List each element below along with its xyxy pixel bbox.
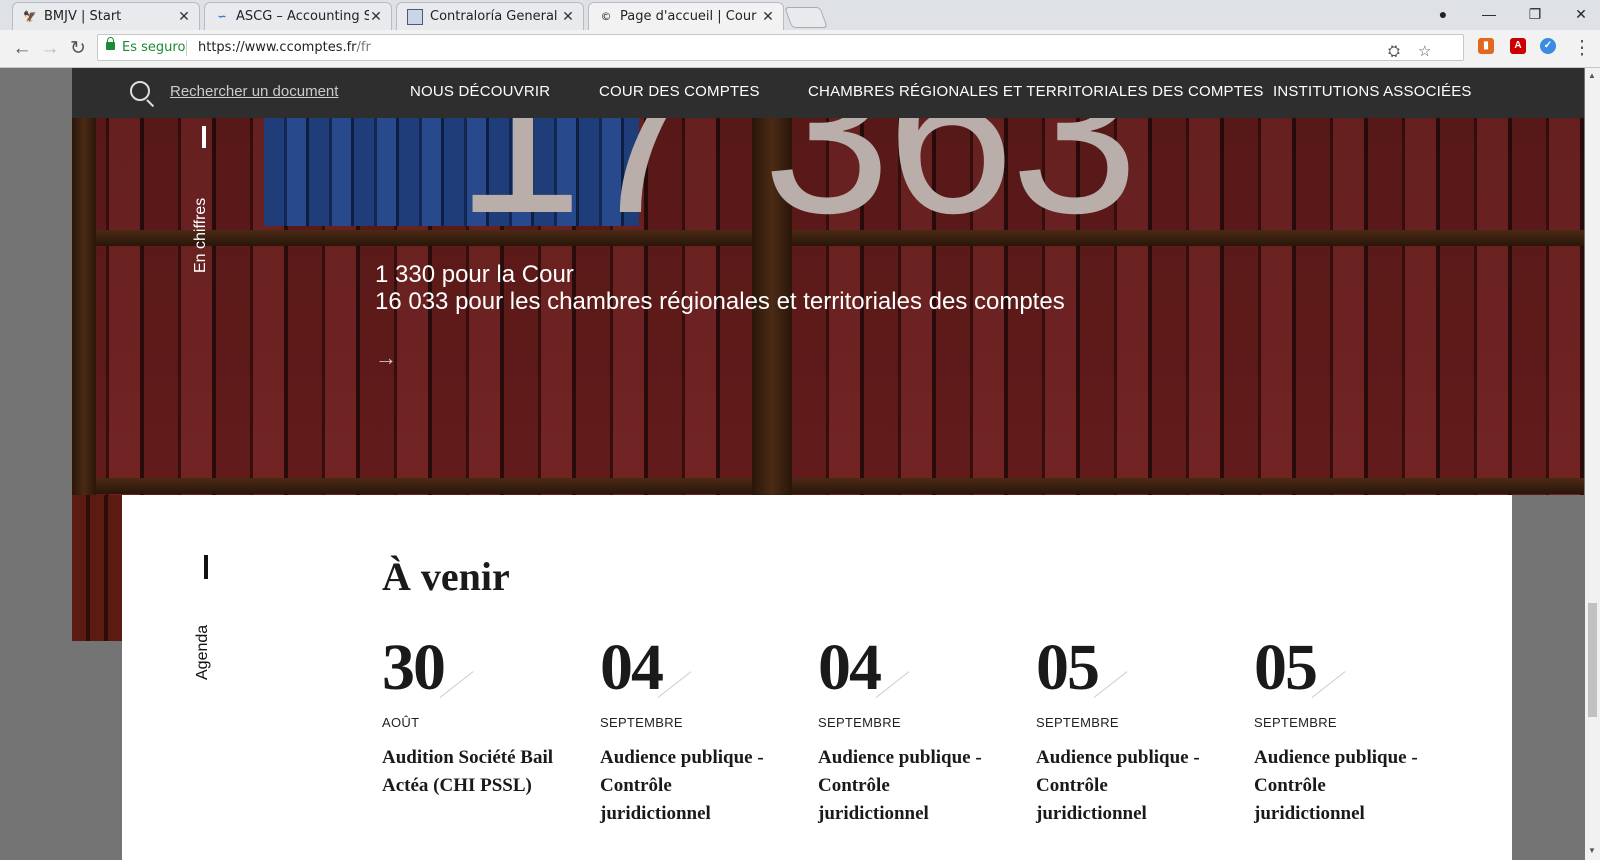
close-window-button[interactable]: ✕ [1558,0,1600,28]
ccomptes-icon: © [600,9,612,23]
nav-item[interactable]: COUR DES COMPTES [599,83,760,100]
event-title[interactable]: Audience publique - Contrôle juridiction… [1036,744,1216,828]
event-card[interactable]: 04 SEPTEMBRE Audience publique - Contrôl… [600,635,780,828]
event-card[interactable]: 05 SEPTEMBRE Audience publique - Contrôl… [1036,635,1216,828]
new-tab-button[interactable] [784,7,828,28]
divider [186,40,187,56]
nav-item[interactable]: INSTITUTIONS ASSOCIÉES [1273,83,1472,100]
url-path: /fr [356,40,371,55]
tab-strip: 🦅 BMJV | Start ✕ ∽ ASCG – Accounting Sta… [0,0,1600,30]
scroll-down-icon[interactable]: ▼ [1588,846,1596,855]
translate-icon[interactable]: ⛭ [1388,39,1400,64]
close-icon[interactable]: ✕ [177,9,191,25]
close-icon[interactable]: ✕ [561,9,575,25]
extension-icon[interactable]: ✓ [1540,38,1556,54]
arrow-right-icon[interactable]: → [375,345,397,371]
event-day: 30 [382,635,562,701]
url-text: https://www.ccomptes.fr/fr [198,35,371,60]
scrollbar[interactable]: ▲ ▼ [1585,68,1600,860]
event-card[interactable]: 05 SEPTEMBRE Audience publique - Contrôl… [1254,635,1434,828]
tab-label: Page d'accueil | Cour des [620,9,761,24]
shelf [72,478,1584,494]
search-link[interactable]: Rechercher un document [170,83,338,100]
event-month: SEPTEMBRE [600,715,683,730]
figure-line: 1 330 pour la Cour [375,261,574,288]
extension-icon[interactable]: ▮ [1478,38,1494,54]
nav-item[interactable]: CHAMBRES RÉGIONALES ET TERRITORIALES DES… [808,83,1264,100]
url-host: https://www.ccomptes.fr [198,40,357,55]
scroll-up-icon[interactable]: ▲ [1588,71,1596,80]
ascg-icon: ∽ [217,9,227,23]
nav-item[interactable]: NOUS DÉCOUVRIR [410,83,550,100]
event-month: SEPTEMBRE [1036,715,1119,730]
event-month: SEPTEMBRE [1254,715,1337,730]
event-title[interactable]: Audience publique - Contrôle juridiction… [600,744,780,828]
event-card[interactable]: 30 AOÛT Audition Société Bail Actéa (CHI… [382,635,562,800]
forward-icon[interactable]: → [36,35,64,63]
tab-label: ASCG – Accounting Stanc [236,9,369,24]
event-day: 04 [818,635,998,701]
doc-icon [407,8,423,25]
event-day: 05 [1036,635,1216,701]
event-month: SEPTEMBRE [818,715,901,730]
section-marker [202,126,206,148]
browser-tab-active[interactable]: © Page d'accueil | Cour des ✕ [588,2,784,30]
search-icon[interactable] [130,81,150,101]
tab-label: BMJV | Start [44,9,122,24]
menu-icon[interactable]: ⋮ [1568,35,1596,63]
eagle-icon: 🦅 [23,9,37,23]
star-icon[interactable]: ☆ [1418,39,1431,64]
event-title[interactable]: Audience publique - Contrôle juridiction… [818,744,998,828]
event-title[interactable]: Audience publique - Contrôle juridiction… [1254,744,1434,828]
address-bar[interactable]: Es seguro https://www.ccomptes.fr/fr ⛭ ☆ [97,34,1464,61]
page-viewport: En chiffres 17 363 1 330 pour la Cour 16… [0,68,1585,860]
tab-label: Contraloría General de la [430,9,561,24]
profile-icon[interactable]: ● [1420,0,1466,28]
browser-tab[interactable]: 🦅 BMJV | Start ✕ [12,2,200,30]
browser-tab[interactable]: Contraloría General de la ✕ [396,2,584,30]
secure-label: Es seguro [122,40,186,55]
agenda-title: À venir [382,554,510,599]
reload-icon[interactable]: ↻ [64,35,92,63]
books-image [72,495,122,641]
back-icon[interactable]: ← [8,35,36,63]
close-icon[interactable]: ✕ [761,9,775,25]
shelf-upright [72,68,96,495]
scroll-thumb[interactable] [1588,603,1597,717]
event-title[interactable]: Audition Société Bail Actéa (CHI PSSL) [382,744,562,800]
event-day: 04 [600,635,780,701]
browser-tab[interactable]: ∽ ASCG – Accounting Stanc ✕ [204,2,392,30]
event-card[interactable]: 04 SEPTEMBRE Audience publique - Contrôl… [818,635,998,828]
hero-figures: En chiffres 17 363 1 330 pour la Cour 16… [72,68,1584,495]
agenda-section: Agenda À venir 30 AOÛT Audition Société … [122,495,1512,860]
pdf-icon[interactable]: A [1510,38,1526,54]
site-nav: Rechercher un document NOUS DÉCOUVRIR CO… [72,68,1584,118]
section-label: Agenda [194,624,211,680]
event-day: 05 [1254,635,1434,701]
minimize-button[interactable]: — [1466,0,1512,28]
section-label: En chiffres [192,197,209,273]
restore-button[interactable]: ❐ [1512,0,1558,28]
figure-line: 16 033 pour les chambres régionales et t… [375,288,1065,315]
event-month: AOÛT [382,715,420,730]
browser-toolbar: ← → ↻ Es seguro https://www.ccomptes.fr/… [0,30,1600,68]
lock-icon [106,37,115,50]
section-marker [204,555,208,579]
close-icon[interactable]: ✕ [369,9,383,25]
